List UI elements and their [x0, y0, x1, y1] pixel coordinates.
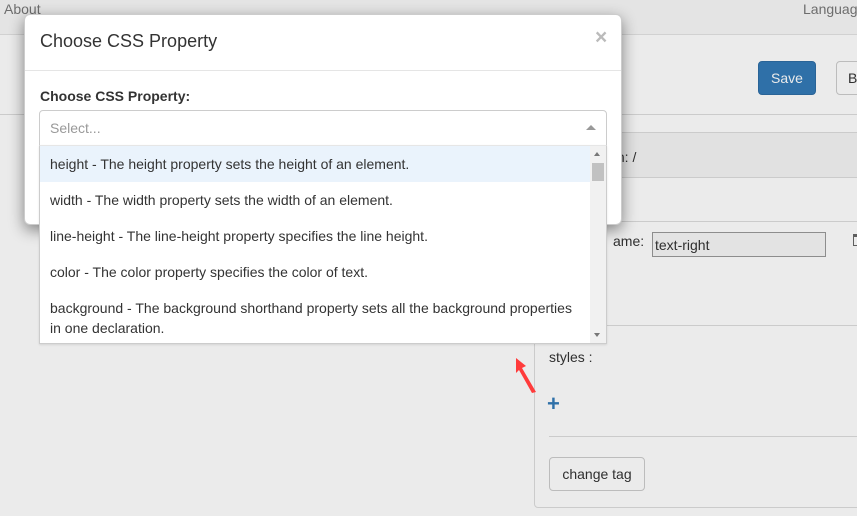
dropdown-option[interactable]: background - The background shorthand pr…: [40, 290, 590, 343]
close-icon[interactable]: ×: [595, 27, 609, 49]
save-button[interactable]: Save: [758, 61, 816, 95]
nav-language-link[interactable]: Languag: [803, 1, 857, 17]
css-property-dropdown[interactable]: height - The height property sets the he…: [39, 145, 607, 344]
change-tag-button[interactable]: change tag: [549, 457, 645, 491]
classname-label: ame:: [613, 233, 645, 249]
panel-divider: [549, 436, 857, 437]
styles-label: styles :: [549, 349, 593, 365]
caret-up-icon[interactable]: [586, 125, 596, 130]
classname-input[interactable]: [652, 232, 826, 257]
dialog-header-divider: [25, 70, 621, 71]
scroll-thumb[interactable]: [592, 163, 604, 181]
dropdown-scrollbar[interactable]: [590, 146, 606, 343]
dropdown-option[interactable]: line-height - The line-height property s…: [40, 218, 590, 254]
dialog-title: Choose CSS Property: [40, 31, 218, 51]
css-property-label: Choose CSS Property:: [40, 88, 191, 104]
scroll-up-icon[interactable]: [594, 152, 600, 156]
select-placeholder: Select...: [50, 120, 101, 136]
plus-icon[interactable]: +: [547, 393, 560, 415]
css-property-select[interactable]: Select...: [39, 110, 607, 146]
secondary-button[interactable]: B: [836, 61, 857, 95]
dropdown-option[interactable]: color - The color property specifies the…: [40, 254, 590, 290]
scroll-down-icon[interactable]: [594, 333, 600, 337]
dropdown-option[interactable]: height - The height property sets the he…: [40, 146, 590, 182]
dropdown-option[interactable]: width - The width property sets the widt…: [40, 182, 590, 218]
arrow-icon: [516, 358, 536, 393]
trash-icon[interactable]: [853, 234, 857, 246]
